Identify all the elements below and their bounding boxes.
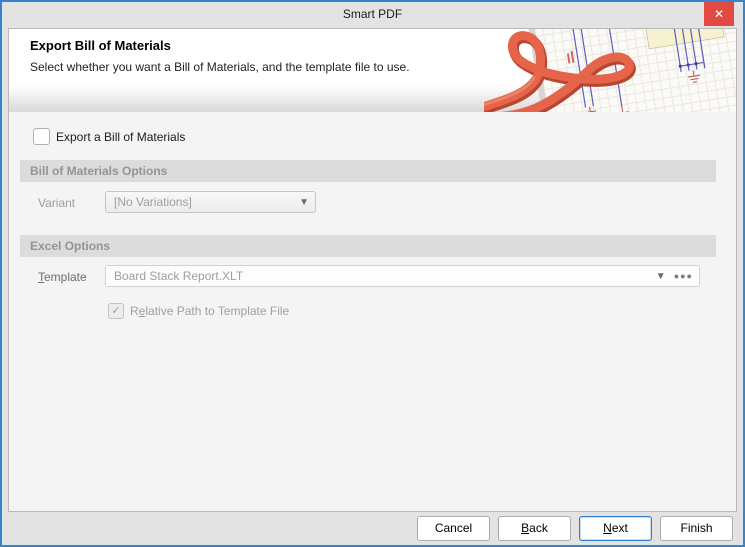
chevron-down-icon: ▼: [656, 271, 666, 282]
browse-ellipsis-icon[interactable]: ●●●: [674, 271, 693, 281]
close-button[interactable]: ✕: [704, 2, 734, 26]
cancel-button[interactable]: Cancel: [417, 516, 490, 541]
wizard-panel: Export Bill of Materials Select whether …: [8, 28, 737, 512]
relative-path-checkbox[interactable]: ✓: [108, 303, 124, 319]
variant-dropdown-value: [No Variations]: [114, 195, 293, 209]
template-dropdown[interactable]: Board Stack Report.XLT ▼ ●●●: [105, 265, 700, 287]
window-title: Smart PDF: [2, 7, 743, 21]
smart-pdf-dialog: Smart PDF ✕ Export Bill of Materials Sel…: [0, 0, 745, 547]
variant-label: Variant: [38, 196, 75, 210]
bom-options-group-label: Bill of Materials Options: [20, 160, 716, 178]
next-button[interactable]: Next: [579, 516, 652, 541]
pdf-schematic-graphic: [484, 29, 736, 112]
excel-options-group-header: Excel Options: [20, 235, 716, 257]
template-dropdown-value: Board Stack Report.XLT: [114, 269, 650, 283]
variant-dropdown[interactable]: [No Variations] ▼: [105, 191, 316, 213]
chevron-down-icon: ▼: [299, 197, 309, 208]
bom-options-group-header: Bill of Materials Options: [20, 160, 716, 182]
template-label: Template: [38, 270, 87, 284]
dialog-footer: Cancel Back Next Finish: [2, 512, 743, 545]
export-bom-checkbox-label[interactable]: Export a Bill of Materials: [56, 130, 185, 144]
relative-path-checkbox-label: Relative Path to Template File: [130, 304, 289, 318]
titlebar[interactable]: Smart PDF ✕: [2, 2, 743, 28]
check-icon: ✓: [111, 305, 120, 317]
wizard-header: Export Bill of Materials Select whether …: [9, 29, 736, 112]
page-title: Export Bill of Materials: [30, 38, 410, 53]
export-bom-checkbox[interactable]: [33, 128, 50, 145]
finish-button[interactable]: Finish: [660, 516, 733, 541]
page-subtitle: Select whether you want a Bill of Materi…: [30, 60, 410, 74]
back-button[interactable]: Back: [498, 516, 571, 541]
close-icon: ✕: [714, 7, 724, 21]
excel-options-group-label: Excel Options: [20, 235, 716, 253]
